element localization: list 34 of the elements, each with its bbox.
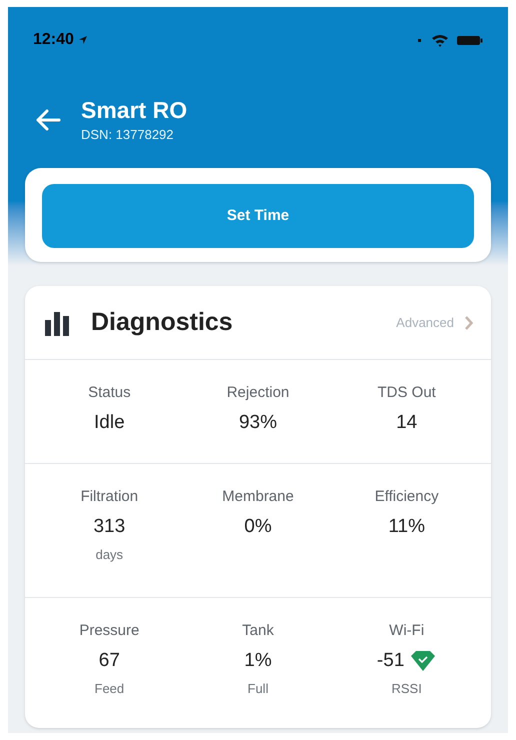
metric-label: Rejection [226,383,290,404]
metric-label: Filtration [80,487,138,508]
battery-icon [457,34,483,46]
metric-label: Status [88,383,131,404]
metric-value: 14 [396,410,418,435]
location-arrow-icon [78,35,88,45]
metric-value: 313 [93,514,126,539]
check-shield-icon [410,651,436,671]
metric-value: 11% [388,514,425,539]
metric-unit: days [96,546,124,564]
wifi-icon [431,34,449,46]
metric-value: 93% [238,410,277,435]
diagnostics-title: Diagnostics [91,307,233,338]
status-time: 12:40 [33,30,74,50]
metric-label: Wi-Fi [389,621,424,642]
metric-value: 1% [244,648,272,673]
screen-title: Smart RO [81,96,188,125]
metric-value: -51 [376,648,404,673]
chevron-right-icon [464,316,473,330]
set-time-button[interactable]: Set Time [42,184,474,248]
metric-label: Membrane [222,487,294,508]
metric-label: Efficiency [374,487,439,508]
metric-label: Tank [242,621,274,642]
metric-unit: RSSI [391,680,422,698]
metric-value: 0% [244,514,272,539]
metric-unit: Full [248,680,268,698]
metric-value: 67 [98,648,120,673]
metric-label: TDS Out [377,383,436,404]
metric-label: Pressure [79,621,140,642]
back-arrow-icon[interactable] [35,109,61,132]
metric-unit: Feed [94,680,124,698]
metric-value: Idle [94,410,125,435]
device-serial: DSN: 13778292 [81,126,175,144]
advanced-link[interactable]: Advanced [396,313,473,332]
